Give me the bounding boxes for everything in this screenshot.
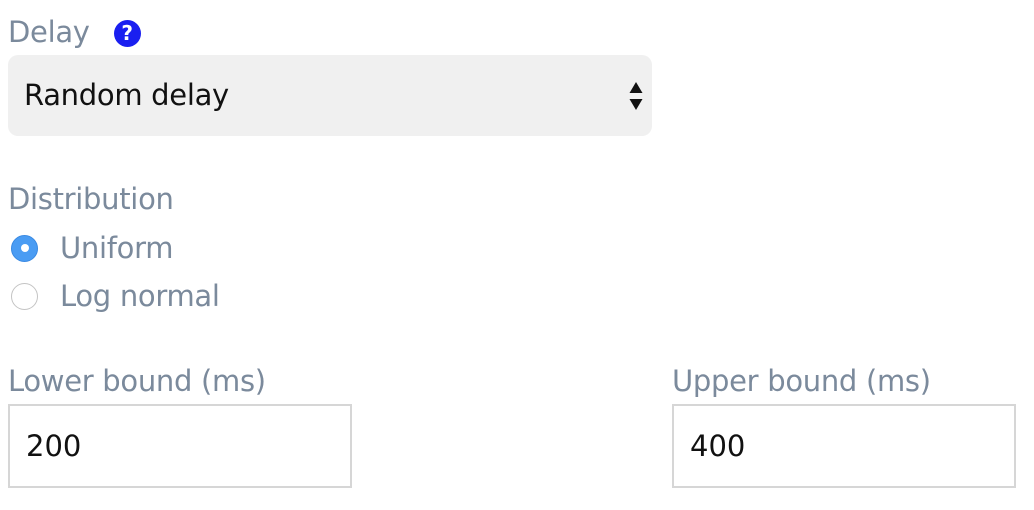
upper-bound-label: Upper bound (ms) — [672, 364, 931, 398]
delay-label-row: Delay ? — [8, 12, 141, 52]
radio-uniform-checked[interactable] — [11, 234, 38, 262]
radio-label-uniform: Uniform — [60, 231, 174, 265]
radio-option-log-normal[interactable]: Log normal — [11, 278, 220, 314]
radio-label-log-normal: Log normal — [60, 279, 220, 313]
distribution-label: Distribution — [8, 182, 174, 216]
radio-log-normal-unchecked[interactable] — [11, 282, 38, 310]
select-arrows-icon — [629, 82, 643, 110]
delay-label: Delay — [8, 15, 90, 49]
radio-option-uniform[interactable]: Uniform — [11, 230, 173, 266]
lower-bound-input[interactable] — [8, 404, 352, 488]
lower-bound-label: Lower bound (ms) — [8, 364, 266, 398]
upper-bound-input[interactable] — [672, 404, 1016, 488]
delay-select-value: Random delay — [24, 78, 229, 112]
question-circle-icon[interactable]: ? — [113, 19, 141, 47]
delay-select[interactable]: Random delay — [8, 55, 652, 136]
